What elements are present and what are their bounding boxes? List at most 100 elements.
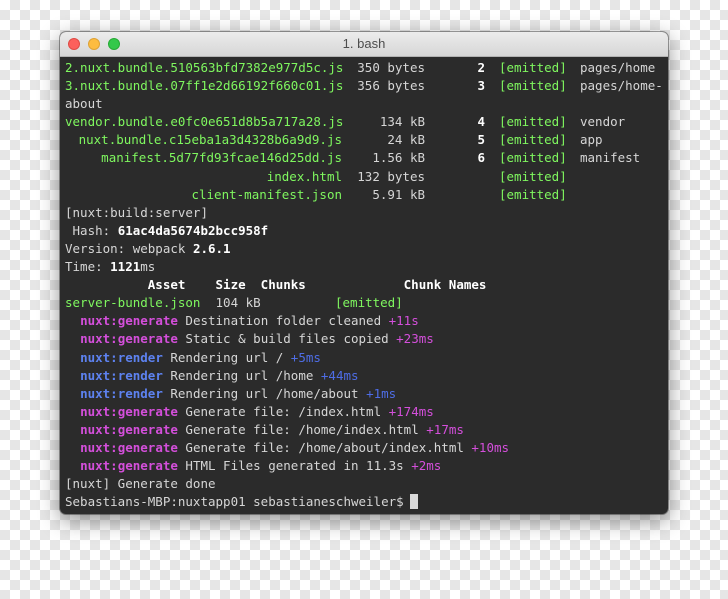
log-message: HTML Files generated in 11.3s — [177, 458, 412, 474]
chunk-name: pages/home- — [580, 78, 663, 94]
hash-line: Hash: 61ac4da5674b2bcc958f — [65, 222, 664, 240]
log-tag: nuxt:render — [80, 349, 163, 365]
log-message: Rendering url /home — [162, 367, 321, 383]
build-header: [nuxt:build:server] — [65, 204, 664, 222]
asset-name: client-manifest.json — [191, 186, 342, 202]
asset-name: 3.nuxt.bundle.07ff1e2d66192f660c01.js — [65, 78, 344, 94]
log-timing: +1ms — [366, 385, 397, 401]
asset-name: manifest.5d77fd93fcae146d25dd.js — [101, 150, 342, 166]
emitted-status: [emitted] — [499, 114, 567, 130]
asset-size: 24 kB — [387, 132, 425, 148]
log-timing: +23ms — [396, 331, 434, 347]
wrapped-chunk-name: about — [65, 96, 103, 112]
table-header-text: Asset Size Chunks Chunk Names — [65, 277, 487, 293]
build-header-text: [nuxt:build:server] — [65, 204, 208, 220]
log-line: nuxt:generate HTML Files generated in 11… — [65, 457, 664, 475]
log-line: nuxt:render Rendering url / +5ms — [65, 349, 664, 367]
time-line: Time: 1121ms — [65, 258, 664, 276]
wrapped-text: about — [65, 95, 664, 113]
log-line: nuxt:generate Generate file: /home/index… — [65, 421, 664, 439]
log-tag: nuxt:generate — [80, 403, 178, 419]
log-message: Rendering url /home/about — [162, 385, 367, 401]
log-tag: nuxt:generate — [80, 458, 178, 474]
asset-name: index.html — [266, 168, 342, 184]
chunk-id: 4 — [477, 114, 485, 130]
version-value: 2.6.1 — [192, 240, 231, 256]
log-line: nuxt:generate Destination folder cleaned… — [65, 312, 664, 330]
log-message: Rendering url / — [162, 349, 291, 365]
log-tag: nuxt:generate — [80, 331, 178, 347]
server-bundle-row: server-bundle.json 104 kB [emitted] — [65, 294, 664, 312]
log-line: nuxt:render Rendering url /home/about +1… — [65, 385, 664, 403]
chunk-id: 6 — [477, 150, 485, 166]
log-tag: nuxt:generate — [80, 421, 178, 437]
log-line: nuxt:render Rendering url /home +44ms — [65, 367, 664, 385]
log-line: nuxt:generate Generate file: /index.html… — [65, 403, 664, 421]
emitted-status: [emitted] — [499, 60, 567, 75]
bundle-row: client-manifest.json 5.91 kB [emitted] — [65, 186, 664, 204]
emitted-status: [emitted] — [499, 132, 567, 148]
server-asset-size: 104 kB — [200, 295, 261, 311]
log-timing: +11s — [388, 313, 419, 329]
bundle-row: vendor.bundle.e0fc0e651d8b5a717a28.js 13… — [65, 113, 664, 131]
bundle-row: index.html 132 bytes [emitted] — [65, 168, 664, 186]
asset-size: 134 kB — [379, 114, 425, 130]
asset-size: 5.91 kB — [372, 186, 425, 202]
log-tag: nuxt:generate — [80, 313, 178, 329]
bundle-row: manifest.5d77fd93fcae146d25dd.js 1.56 kB… — [65, 149, 664, 167]
asset-name: vendor.bundle.e0fc0e651d8b5a717a28.js — [65, 114, 344, 130]
terminal-window: 1. bash 2.nuxt.bundle.510563bfd7382e977d… — [60, 32, 668, 514]
log-timing: +10ms — [471, 439, 510, 455]
prompt-line[interactable]: Sebastians-MBP:nuxtapp01 sebastianeschwe… — [65, 493, 664, 511]
bundle-row: nuxt.bundle.c15eba1a3d4328b6a9d9.js 24 k… — [65, 131, 664, 149]
chunk-id: 5 — [477, 132, 485, 148]
done-line: [nuxt] Generate done — [65, 475, 664, 493]
table-header: Asset Size Chunks Chunk Names — [65, 276, 664, 294]
version-line: Version: webpack 2.6.1 — [65, 240, 664, 258]
time-value: 1121 — [110, 259, 141, 275]
title-bar: 1. bash — [60, 32, 668, 57]
log-tag: nuxt:render — [80, 367, 163, 383]
asset-size: 350 bytes — [357, 60, 425, 75]
window-title: 1. bash — [342, 36, 386, 51]
log-tag: nuxt:generate — [80, 439, 178, 455]
log-timing: +174ms — [388, 403, 434, 419]
chunk-name: manifest — [580, 150, 641, 166]
log-tag: nuxt:render — [80, 385, 163, 401]
asset-name: nuxt.bundle.c15eba1a3d4328b6a9d9.js — [78, 132, 342, 148]
chunk-name: pages/home — [580, 60, 656, 75]
chunk-name: vendor — [580, 114, 626, 130]
done-text: [nuxt] Generate done — [65, 476, 216, 492]
log-message: Destination folder cleaned — [177, 313, 389, 329]
server-emitted-status: [emitted] — [335, 295, 403, 311]
asset-size: 132 bytes — [357, 168, 425, 184]
chunk-name: app — [580, 132, 603, 148]
log-message: Generate file: /index.html — [177, 403, 389, 419]
log-timing: +17ms — [426, 421, 464, 437]
log-timing: +2ms — [411, 458, 442, 474]
chunk-id: 3 — [477, 78, 485, 94]
log-line: nuxt:generate Generate file: /home/about… — [65, 439, 664, 457]
bundle-row: 3.nuxt.bundle.07ff1e2d66192f660c01.js 35… — [65, 77, 664, 95]
log-message: Generate file: /home/about/index.html — [177, 439, 472, 455]
log-line: nuxt:generate Static & build files copie… — [65, 330, 664, 348]
hash-value: 61ac4da5674b2bcc958f — [117, 222, 269, 238]
emitted-status: [emitted] — [499, 78, 567, 94]
hash-label: Hash: — [65, 222, 118, 238]
log-message: Static & build files copied — [177, 331, 397, 347]
log-message: Generate file: /home/index.html — [177, 421, 427, 437]
emitted-status: [emitted] — [499, 150, 567, 166]
asset-size: 1.56 kB — [372, 150, 425, 166]
text-cursor — [409, 494, 418, 510]
server-asset-name: server-bundle.json — [65, 295, 201, 311]
asset-size: 356 bytes — [357, 78, 425, 94]
emitted-status: [emitted] — [499, 168, 567, 184]
emitted-status: [emitted] — [499, 186, 567, 202]
shell-prompt: Sebastians-MBP:nuxtapp01 sebastianeschwe… — [65, 494, 404, 510]
log-timing: +44ms — [320, 367, 359, 383]
time-unit: ms — [140, 259, 156, 275]
time-label: Time: — [65, 259, 111, 275]
terminal-output[interactable]: 2.nuxt.bundle.510563bfd7382e977d5c.js 35… — [65, 59, 664, 514]
chunk-id: 2 — [477, 60, 485, 75]
bundle-row: 2.nuxt.bundle.510563bfd7382e977d5c.js 35… — [65, 59, 664, 77]
